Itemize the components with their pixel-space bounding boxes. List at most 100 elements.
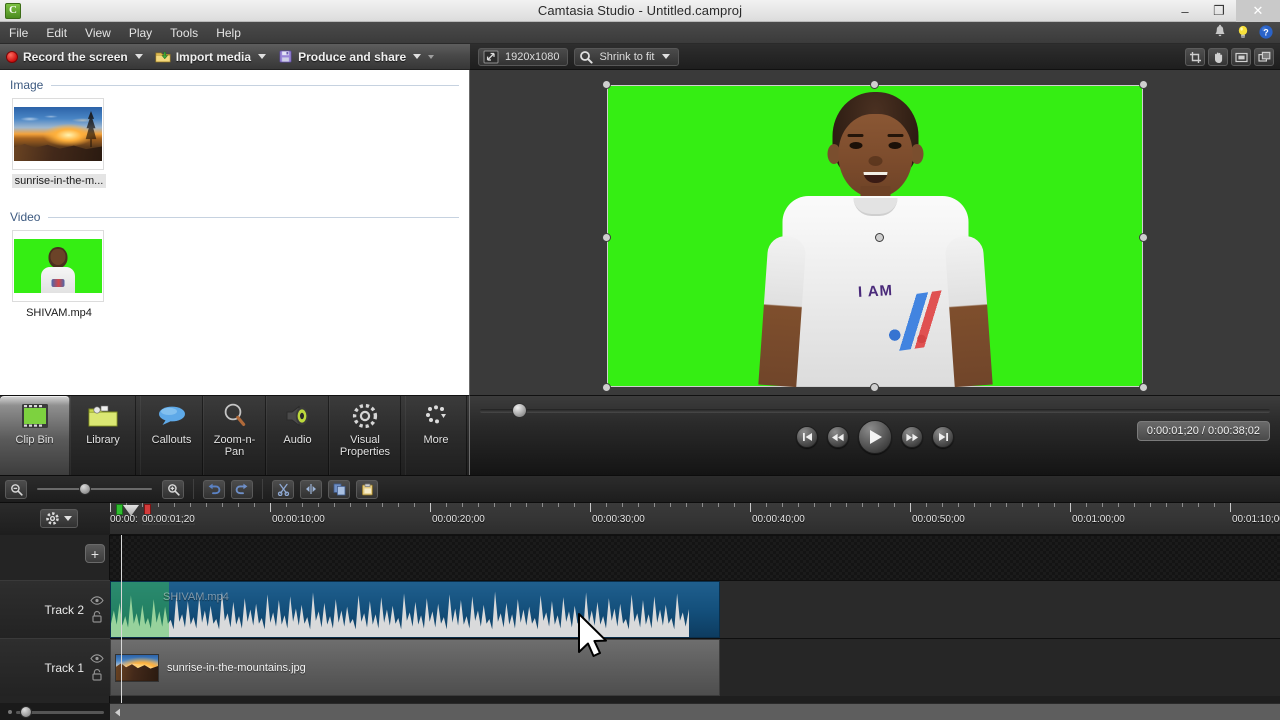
undo-button[interactable]	[203, 479, 225, 499]
chevron-down-icon[interactable]	[64, 516, 72, 521]
zoom-slider-handle[interactable]	[79, 483, 91, 495]
tab-library[interactable]: Library	[70, 396, 136, 475]
fullscreen-icon[interactable]	[1231, 48, 1251, 66]
add-track-button[interactable]: +	[85, 544, 105, 563]
tab-callouts[interactable]: Callouts	[140, 396, 203, 475]
resize-handle-s[interactable]	[870, 383, 879, 392]
zoom-out-icon[interactable]	[5, 479, 27, 499]
clipbin-item-sunrise[interactable]: sunrise-in-the-m...	[12, 98, 106, 188]
import-media-button[interactable]: Import media	[149, 45, 272, 69]
cut-button[interactable]	[272, 479, 294, 499]
scroll-left-icon[interactable]	[112, 706, 124, 718]
timeline-panel[interactable]: 00:00: 00:00:01;20 00:00:10;00 00:00:20;…	[0, 503, 1280, 720]
produce-and-share-button[interactable]: Produce and share	[272, 45, 440, 69]
lock-icon[interactable]	[91, 610, 103, 623]
magnifier-icon	[580, 50, 594, 64]
step-back-button[interactable]	[827, 426, 849, 448]
timeline-options-button[interactable]	[40, 509, 78, 528]
canvas-dimensions-dropdown[interactable]: 1920x1080	[478, 47, 569, 66]
resize-handle-nw[interactable]	[602, 80, 611, 89]
tab-more[interactable]: More	[405, 396, 467, 475]
window-controls: – ❐ ✕	[1168, 0, 1280, 22]
redo-button[interactable]	[231, 479, 253, 499]
ruler-label: 00:00:20;00	[432, 514, 485, 525]
menu-tools[interactable]: Tools	[161, 23, 207, 43]
clip-name: sunrise-in-the-m...	[12, 174, 106, 188]
more-dots-icon	[419, 401, 453, 431]
step-forward-button[interactable]	[901, 426, 923, 448]
green-screen-thumb-icon	[14, 239, 102, 293]
chevron-down-icon[interactable]	[258, 54, 267, 59]
resize-handle-sw[interactable]	[602, 383, 611, 392]
bell-icon[interactable]	[1212, 24, 1228, 40]
zoom-in-icon[interactable]	[162, 479, 184, 499]
ruler-label: 00:00:30;00	[592, 514, 645, 525]
canvas-selection[interactable]: I AM	[602, 80, 1148, 392]
menu-help[interactable]: Help	[207, 23, 250, 43]
track-lane-track-1[interactable]: sunrise-in-the-mountains.jpg	[110, 638, 1280, 696]
shrink-to-fit-dropdown[interactable]: Shrink to fit	[574, 47, 680, 66]
track-height-slider[interactable]	[6, 705, 106, 718]
track-height-handle[interactable]	[20, 706, 32, 718]
tab-clip-bin[interactable]: Clip Bin	[0, 396, 70, 475]
scrub-bar[interactable]	[480, 409, 1270, 413]
paste-button[interactable]	[356, 479, 378, 499]
split-button[interactable]	[300, 479, 322, 499]
clip-label: sunrise-in-the-mountains.jpg	[167, 661, 306, 674]
tab-audio[interactable]: Audio	[266, 396, 329, 475]
pan-hand-icon[interactable]	[1208, 48, 1228, 66]
help-icon[interactable]: ?	[1258, 24, 1274, 40]
track-lane-empty[interactable]	[110, 535, 1280, 580]
menu-play[interactable]: Play	[120, 23, 161, 43]
clip-bin-panel[interactable]: Image sunrise-in-the-m... Video SHIVAM.m…	[0, 70, 470, 395]
lock-icon[interactable]	[91, 668, 103, 681]
copy-button[interactable]	[328, 479, 350, 499]
eye-icon[interactable]	[90, 654, 104, 663]
menu-view[interactable]: View	[76, 23, 120, 43]
preview-panel[interactable]: I AM	[470, 70, 1280, 395]
track-header-track-1[interactable]: Track 1	[0, 638, 110, 696]
resize-handle-n[interactable]	[870, 80, 879, 89]
divider	[51, 84, 459, 86]
tab-label: Audio	[283, 434, 312, 446]
produce-label: Produce and share	[298, 49, 407, 64]
jump-to-start-button[interactable]	[796, 426, 818, 448]
tab-visual-properties[interactable]: Visual Properties	[329, 396, 401, 475]
resize-handle-ne[interactable]	[1139, 80, 1148, 89]
track-lane-track-2[interactable]: SHIVAM.mp4	[110, 580, 1280, 638]
detach-icon[interactable]	[1254, 48, 1274, 66]
menu-edit[interactable]: Edit	[37, 23, 76, 43]
resize-handle-w[interactable]	[602, 233, 611, 242]
eye-icon[interactable]	[90, 596, 104, 605]
track-area[interactable]: + Track 2 Track 1 SHIVAM.mp4 sunrise-in-…	[0, 535, 1280, 703]
gear-ring-icon	[348, 401, 382, 431]
tab-zoom-n-pan[interactable]: Zoom-n-Pan	[203, 396, 266, 475]
play-button[interactable]	[858, 420, 892, 454]
chevron-down-icon[interactable]	[662, 54, 671, 59]
close-button[interactable]: ✕	[1236, 0, 1280, 22]
menu-file[interactable]: File	[0, 23, 37, 43]
timeline-ruler[interactable]: 00:00: 00:00:01;20 00:00:10;00 00:00:20;…	[110, 503, 1280, 535]
toolbar-overflow-icon[interactable]	[428, 54, 435, 59]
jump-to-end-button[interactable]	[932, 426, 954, 448]
timeline-horizontal-scrollbar[interactable]	[110, 703, 1280, 720]
track-header-track-2[interactable]: Track 2	[0, 580, 110, 638]
tab-label: More	[423, 434, 449, 446]
lightbulb-icon[interactable]	[1235, 24, 1251, 40]
folder-import-icon	[155, 51, 171, 62]
minimize-button[interactable]: –	[1168, 0, 1202, 22]
resize-handle-e[interactable]	[1139, 233, 1148, 242]
record-dot-icon	[6, 50, 18, 63]
crop-icon[interactable]	[1185, 48, 1205, 66]
scrub-handle[interactable]	[512, 403, 527, 418]
record-the-screen-button[interactable]: Record the screen	[0, 45, 149, 69]
resize-handle-se[interactable]	[1139, 383, 1148, 392]
clipbin-item-shivam[interactable]: SHIVAM.mp4	[12, 230, 106, 320]
chevron-down-icon[interactable]	[413, 54, 422, 59]
timeline-zoom-slider[interactable]	[37, 481, 152, 497]
timeline-clip-sunrise[interactable]: sunrise-in-the-mountains.jpg	[110, 639, 720, 696]
chevron-down-icon[interactable]	[134, 54, 143, 59]
maximize-button[interactable]: ❐	[1202, 0, 1236, 22]
timeline-clip-shivam[interactable]: SHIVAM.mp4	[110, 581, 720, 638]
resize-handle-c[interactable]	[875, 233, 884, 242]
